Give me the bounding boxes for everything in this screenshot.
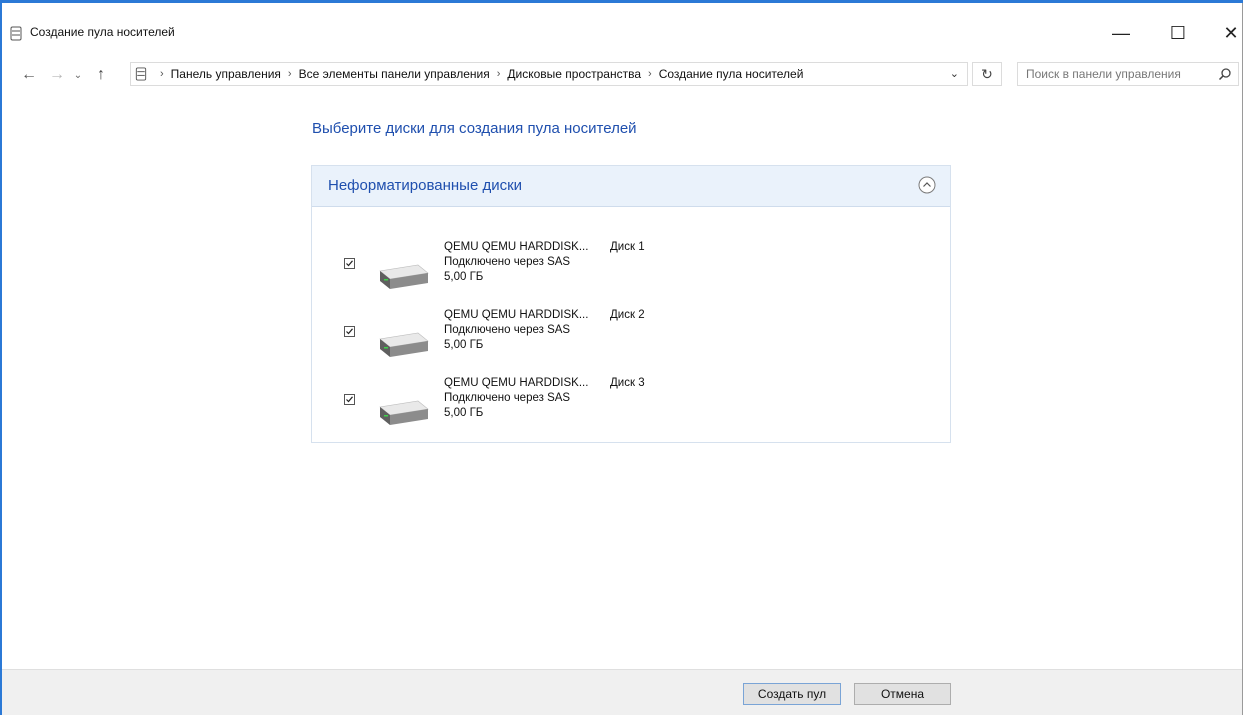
disk-name: QEMU QEMU HARDDISK... bbox=[444, 241, 589, 253]
maximize-button[interactable]: ☐ bbox=[1155, 15, 1201, 51]
breadcrumb-separator-icon: › bbox=[160, 68, 164, 80]
group-title: Неформатированные диски bbox=[328, 177, 523, 194]
disk-size: 5,00 ГБ bbox=[444, 407, 484, 419]
disk-size: 5,00 ГБ bbox=[444, 339, 484, 351]
disk-connection: Подключено через SAS bbox=[444, 324, 571, 336]
breadcrumb-separator-icon[interactable]: › bbox=[288, 68, 292, 80]
breadcrumb-create-pool[interactable]: Создание пула носителей bbox=[659, 67, 804, 81]
recent-locations-button[interactable]: ⌄ bbox=[70, 57, 86, 93]
checkmark-icon bbox=[346, 396, 353, 403]
collapse-chevron-icon[interactable] bbox=[918, 176, 936, 194]
search-icon[interactable] bbox=[1218, 67, 1232, 81]
checkmark-icon bbox=[346, 260, 353, 267]
breadcrumb-storage-spaces[interactable]: Дисковые пространства bbox=[507, 67, 641, 81]
search-input[interactable]: Поиск в панели управления bbox=[1017, 62, 1239, 86]
window-title: Создание пула носителей bbox=[30, 25, 175, 39]
disk-item: QEMU QEMU HARDDISK... Диск 2 Подключено … bbox=[312, 309, 912, 369]
disk-checkbox[interactable] bbox=[344, 326, 355, 337]
close-button[interactable]: ✕ bbox=[1208, 15, 1243, 51]
back-button[interactable]: ← bbox=[18, 57, 40, 93]
disk-item: QEMU QEMU HARDDISK... Диск 1 Подключено … bbox=[312, 241, 912, 301]
hard-disk-icon bbox=[379, 264, 429, 289]
arrow-left-icon: ← bbox=[21, 66, 37, 83]
window-left-border bbox=[0, 3, 2, 715]
disk-item: QEMU QEMU HARDDISK... Диск 3 Подключено … bbox=[312, 377, 912, 437]
checkmark-icon bbox=[346, 328, 353, 335]
close-icon: ✕ bbox=[1223, 22, 1239, 43]
navigation-bar: ← → ⌄ ↑ › Панель управления › Все элемен… bbox=[2, 57, 1242, 93]
chevron-down-icon: ⌄ bbox=[73, 69, 83, 81]
disk-checkbox[interactable] bbox=[344, 258, 355, 269]
disk-connection: Подключено через SAS bbox=[444, 256, 571, 268]
group-header[interactable]: Неформатированные диски bbox=[312, 166, 950, 207]
breadcrumb-all-items[interactable]: Все элементы панели управления bbox=[299, 67, 490, 81]
cancel-button[interactable]: Отмена bbox=[854, 683, 951, 705]
footer-bar: Создать пул Отмена bbox=[2, 669, 1242, 715]
disk-size: 5,00 ГБ bbox=[444, 271, 484, 283]
minimize-icon: — bbox=[1112, 22, 1130, 43]
title-bar[interactable]: Создание пула носителей — ☐ ✕ bbox=[2, 3, 1242, 57]
hard-disk-icon bbox=[379, 400, 429, 425]
minimize-button[interactable]: — bbox=[1098, 15, 1144, 51]
arrow-up-icon: ↑ bbox=[97, 66, 105, 83]
hard-disk-icon bbox=[379, 332, 429, 357]
breadcrumb-control-panel[interactable]: Панель управления bbox=[171, 67, 281, 81]
up-button[interactable]: ↑ bbox=[90, 57, 112, 93]
disk-number: Диск 3 bbox=[610, 377, 645, 389]
storage-spaces-icon bbox=[10, 26, 22, 41]
disk-name: QEMU QEMU HARDDISK... bbox=[444, 309, 589, 321]
search-placeholder: Поиск в панели управления bbox=[1026, 67, 1181, 81]
disk-name: QEMU QEMU HARDDISK... bbox=[444, 377, 589, 389]
refresh-icon: ↻ bbox=[981, 65, 993, 82]
storage-spaces-icon bbox=[135, 67, 147, 81]
address-dropdown-icon[interactable]: ⌄ bbox=[950, 67, 959, 80]
breadcrumb-separator-icon[interactable]: › bbox=[648, 68, 652, 80]
forward-button[interactable]: → bbox=[46, 57, 68, 93]
refresh-button[interactable]: ↻ bbox=[972, 62, 1002, 86]
disk-checkbox[interactable] bbox=[344, 394, 355, 405]
page-heading: Выберите диски для создания пула носител… bbox=[312, 120, 637, 137]
unformatted-disks-group: Неформатированные диски QEMU QEMU HARDDI… bbox=[311, 165, 951, 443]
disk-connection: Подключено через SAS bbox=[444, 392, 571, 404]
maximize-icon: ☐ bbox=[1169, 22, 1187, 43]
disk-number: Диск 1 bbox=[610, 241, 645, 253]
arrow-right-icon: → bbox=[49, 66, 65, 83]
address-bar[interactable]: › Панель управления › Все элементы панел… bbox=[130, 62, 968, 86]
disk-number: Диск 2 bbox=[610, 309, 645, 321]
breadcrumb-separator-icon[interactable]: › bbox=[497, 68, 501, 80]
create-pool-button[interactable]: Создать пул bbox=[743, 683, 841, 705]
